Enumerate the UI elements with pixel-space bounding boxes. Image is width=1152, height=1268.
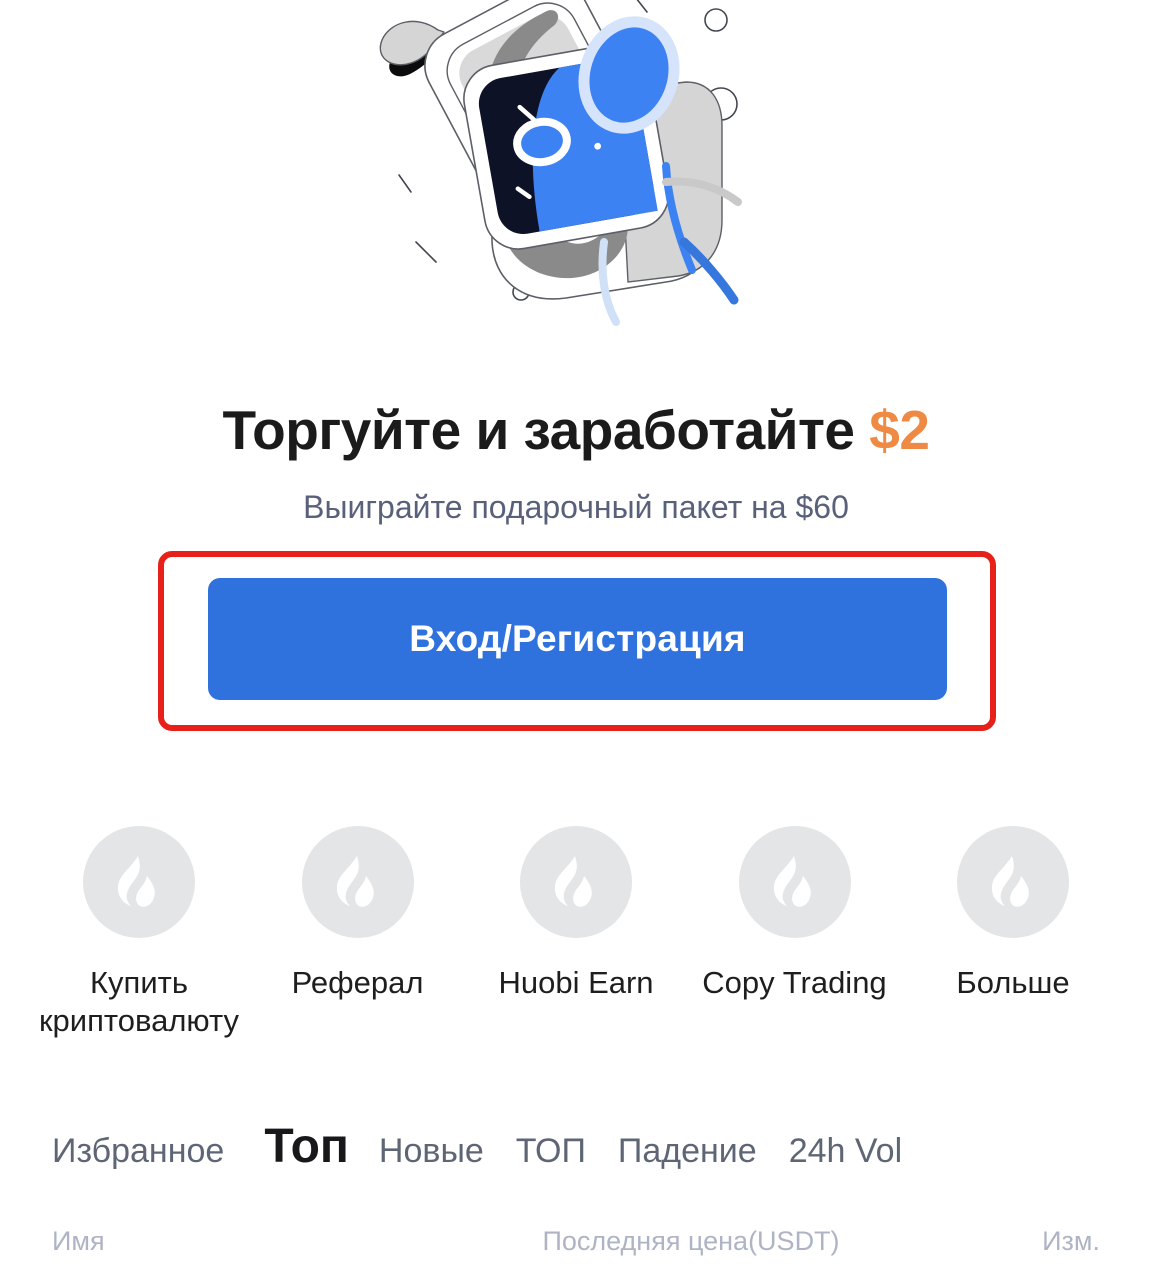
quick-action-label: Больше	[956, 965, 1070, 1000]
headline-amount: $2	[869, 399, 930, 461]
market-table-header: Имя Последняя цена(USDT) Изм.	[0, 1226, 1152, 1257]
quick-action-huobi-earn[interactable]: Huobi Earn	[477, 826, 675, 1002]
tab-losers[interactable]: Падение	[618, 1132, 789, 1171]
gift-box-illustration	[0, 0, 1152, 340]
tab-gainers[interactable]: ТОП	[516, 1132, 618, 1171]
quick-action-buy-crypto[interactable]: Купить криптовалюту	[39, 826, 239, 1040]
quick-action-referral[interactable]: Реферал	[259, 826, 457, 1002]
page-subtitle: Выиграйте подарочный пакет на $60	[303, 489, 849, 525]
tab-new[interactable]: Новые	[379, 1132, 516, 1171]
huobi-flame-icon	[520, 826, 632, 938]
login-register-button[interactable]: Вход/Регистрация	[208, 578, 947, 700]
quick-actions-row: Купить криптовалюту Реферал Huobi Earn C…	[0, 826, 1152, 1040]
tab-24h-vol[interactable]: 24h Vol	[789, 1132, 902, 1171]
quick-action-more[interactable]: Больше	[914, 826, 1112, 1002]
quick-action-label: Реферал	[291, 965, 424, 1000]
huobi-flame-icon	[957, 826, 1069, 938]
app-screen: Торгуйте и заработайте $2 Выиграйте пода…	[0, 0, 1152, 1268]
quick-action-label: Huobi Earn	[498, 965, 654, 1000]
column-header-price[interactable]: Последняя цена(USDT)	[482, 1226, 900, 1257]
column-header-name[interactable]: Имя	[52, 1226, 482, 1257]
huobi-flame-icon	[738, 826, 851, 938]
quick-action-copy-trading[interactable]: Copy Trading	[696, 826, 894, 1002]
huobi-flame-icon	[83, 826, 195, 938]
page-title: Торгуйте и заработайте $2	[0, 398, 1152, 462]
tab-top[interactable]: Топ	[256, 1119, 379, 1174]
quick-action-label: Copy Trading	[702, 965, 887, 1000]
quick-action-label: Купить криптовалюту	[38, 965, 240, 1038]
market-tabs: Избранное Топ Новые ТОП Падение 24h Vol	[0, 1119, 1152, 1174]
tab-favorites[interactable]: Избранное	[52, 1132, 256, 1171]
huobi-flame-icon	[301, 826, 414, 938]
column-header-change[interactable]: Изм.	[900, 1226, 1100, 1257]
headline-text: Торгуйте и заработайте	[222, 399, 870, 461]
